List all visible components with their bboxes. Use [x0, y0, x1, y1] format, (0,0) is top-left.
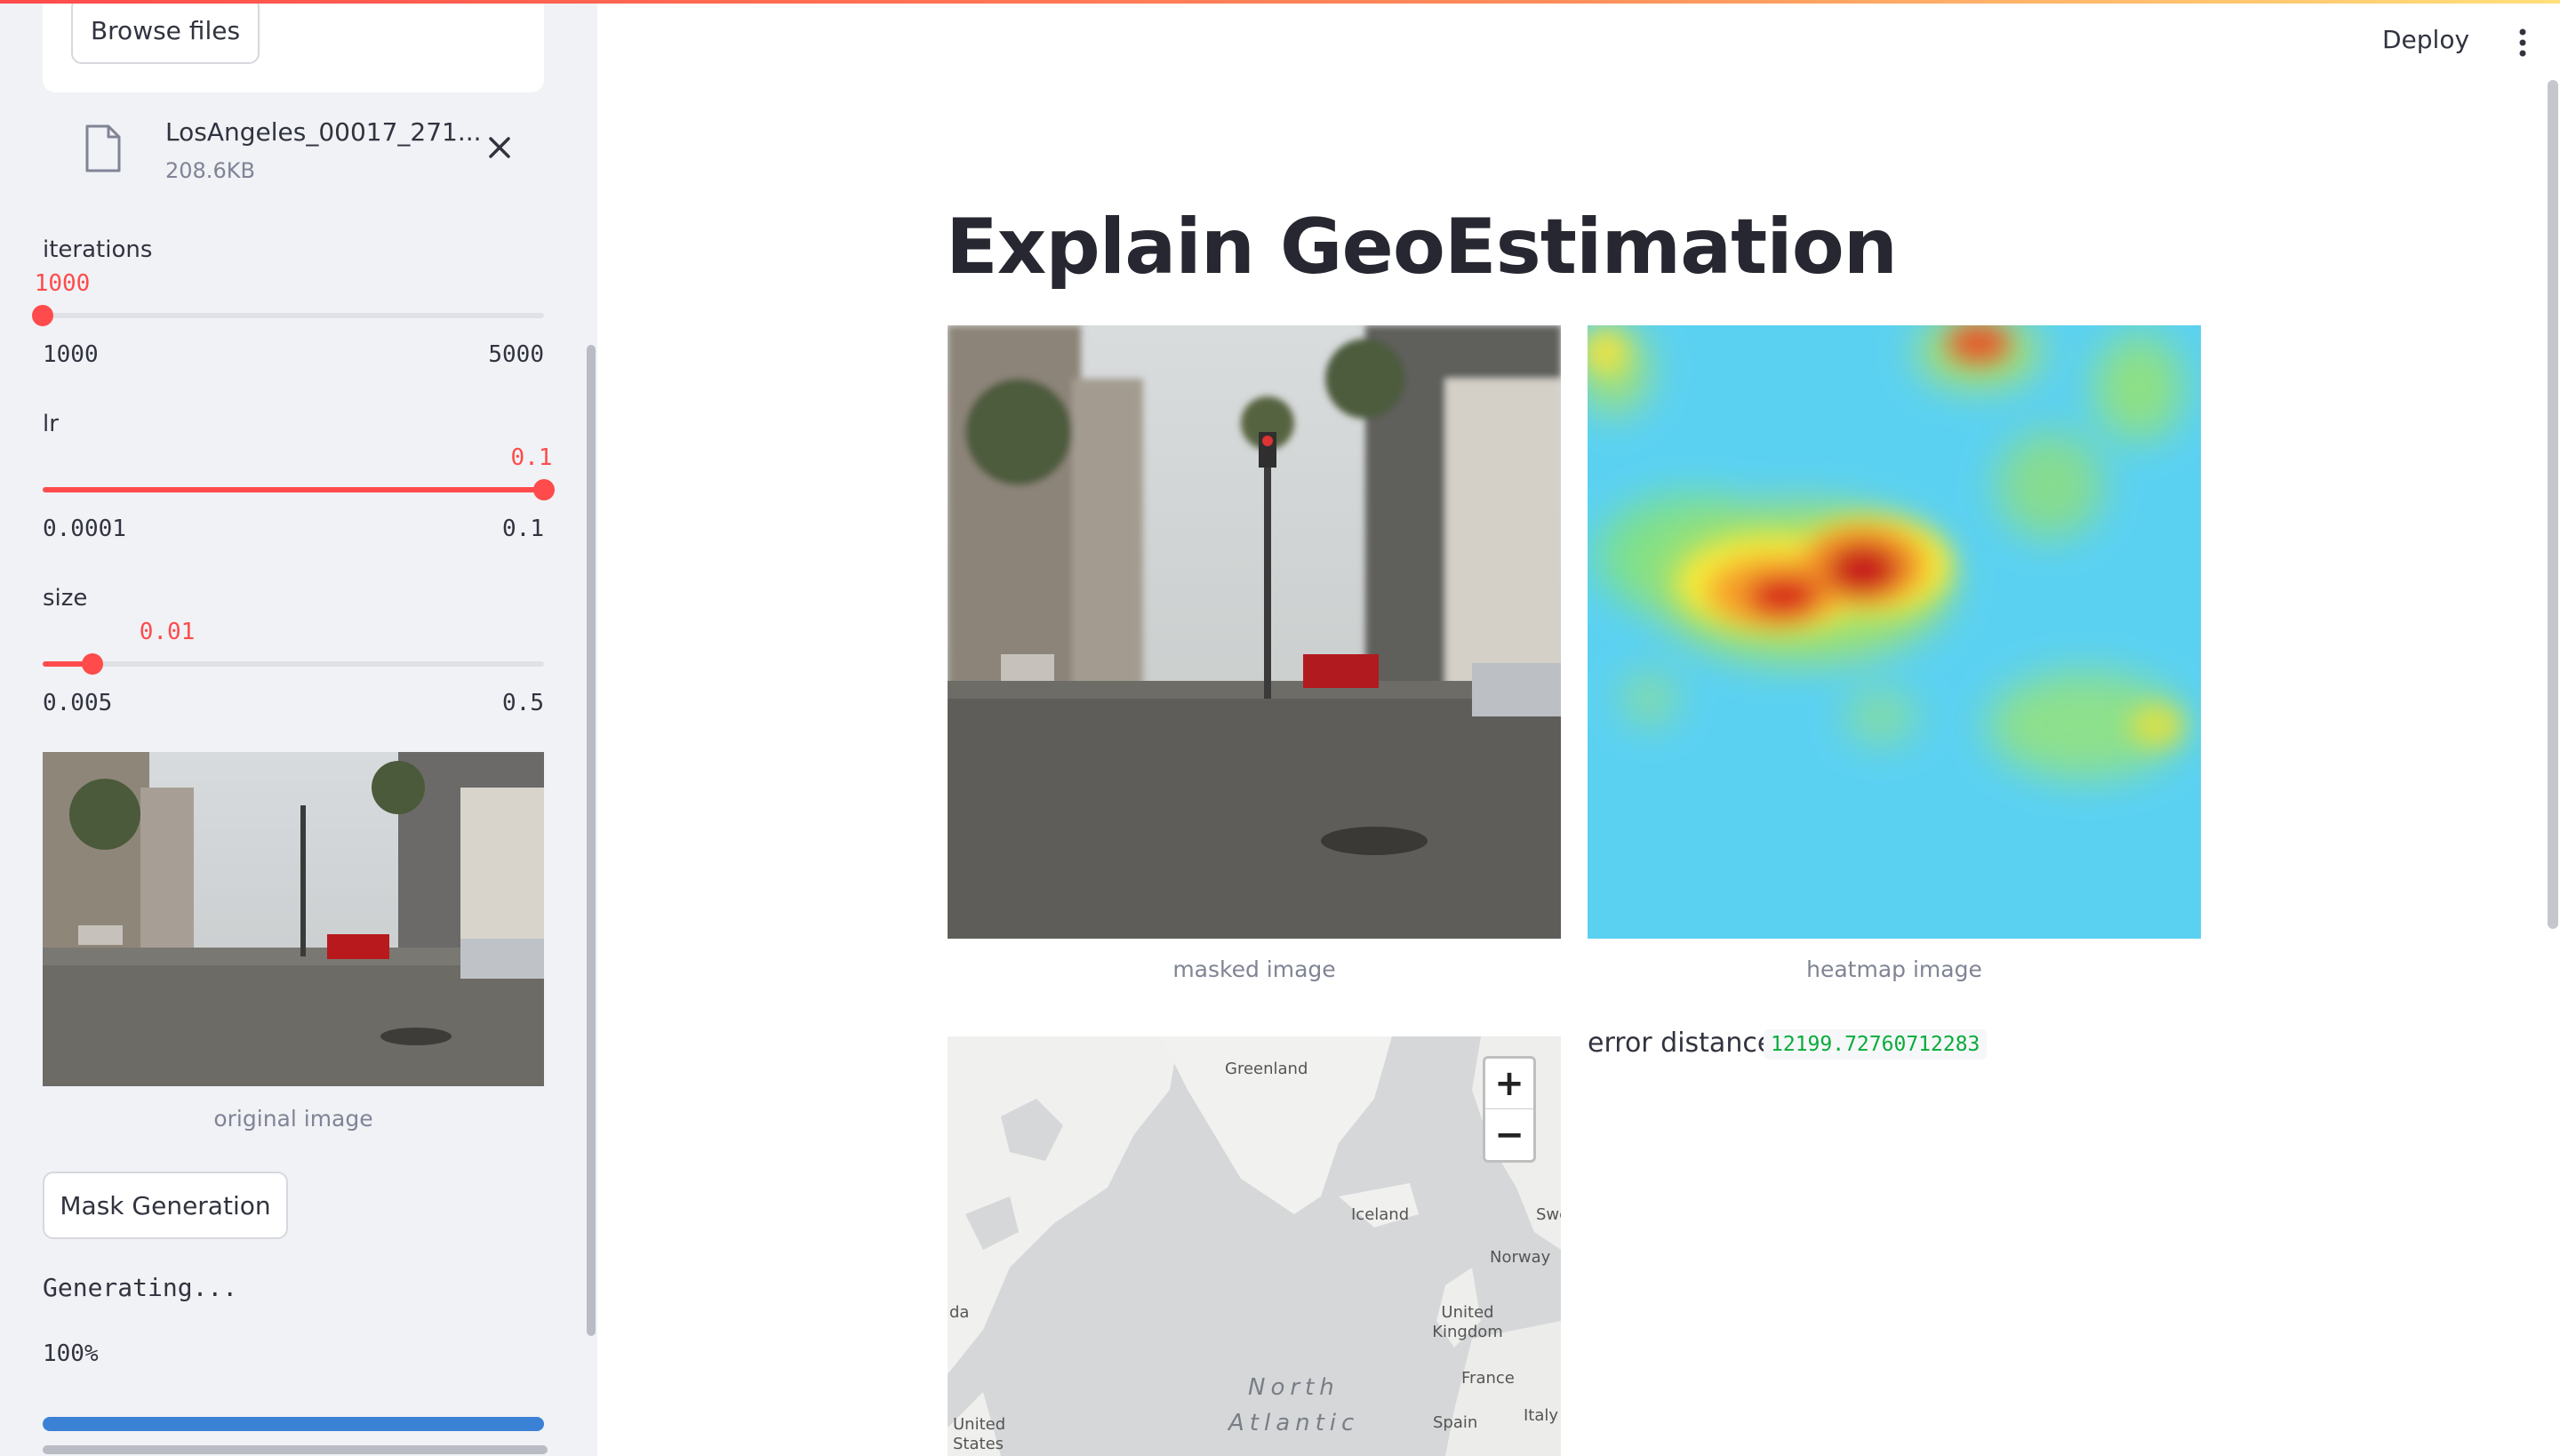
- sidebar-scrollbar[interactable]: [587, 345, 596, 1336]
- zoom-in-button[interactable]: +: [1485, 1059, 1533, 1109]
- map-label-uk: United Kingdom: [1432, 1303, 1503, 1341]
- slider-size[interactable]: [43, 653, 544, 675]
- map-label-united-states: United States: [953, 1415, 1006, 1453]
- map[interactable]: Greenland Iceland Swe Norway United King…: [948, 1036, 1561, 1456]
- map-label-greenland: Greenland: [1225, 1060, 1308, 1078]
- masked-image-caption: masked image: [1172, 956, 1336, 982]
- masked-image: [948, 325, 1561, 939]
- heatmap-image-caption: heatmap image: [1806, 956, 1982, 982]
- progress-text: 100%: [43, 1340, 99, 1367]
- heatmap-image: [1588, 325, 2201, 939]
- map-label-spain: Spain: [1433, 1413, 1478, 1432]
- slider-fill: [43, 487, 544, 492]
- slider-iterations[interactable]: [32, 305, 544, 326]
- zoom-out-button[interactable]: −: [1485, 1109, 1533, 1160]
- sidebar: Browse files LosAngeles_00017_271... 208…: [0, 0, 597, 1456]
- top-decoration-bar: [0, 0, 2560, 4]
- slider-max-lr: 0.1: [502, 516, 544, 542]
- error-distance-label: error distance:: [1588, 1028, 1783, 1059]
- map-label-italy: Italy: [1524, 1406, 1559, 1425]
- progress-bar: [43, 1417, 544, 1431]
- file-icon: [85, 124, 121, 172]
- slider-thumb-size[interactable]: [82, 653, 104, 675]
- main-scrollbar[interactable]: [2548, 80, 2558, 929]
- slider-max-size: 0.5: [502, 690, 544, 716]
- slider-max-iterations: 5000: [488, 341, 544, 368]
- browse-files-button[interactable]: Browse files: [71, 0, 260, 64]
- file-name: LosAngeles_00017_271...: [165, 117, 482, 147]
- original-image-caption: original image: [213, 1106, 373, 1132]
- deploy-button[interactable]: Deploy: [2382, 25, 2469, 54]
- map-label-canada: da: [949, 1303, 970, 1322]
- slider-label-lr: lr: [43, 411, 59, 437]
- slider-thumb-lr[interactable]: [533, 479, 555, 500]
- slider-value-lr: 0.1: [510, 444, 553, 471]
- sidebar-horizontal-scrollbar[interactable]: [43, 1445, 548, 1454]
- slider-lr[interactable]: [43, 479, 555, 500]
- map-label-iceland: Iceland: [1351, 1205, 1410, 1224]
- more-options-icon[interactable]: [2512, 27, 2533, 59]
- slider-min-size: 0.005: [43, 690, 113, 716]
- slider-thumb-iterations[interactable]: [32, 305, 53, 326]
- map-label-sweden: Swe: [1536, 1205, 1561, 1224]
- page-title: Explain GeoEstimation: [946, 203, 1898, 292]
- file-size: 208.6KB: [165, 158, 255, 183]
- slider-label-iterations: iterations: [43, 236, 153, 263]
- mask-generation-button[interactable]: Mask Generation: [43, 1172, 288, 1239]
- map-ocean-label-atlantic: Atlantic: [1228, 1410, 1360, 1436]
- status-text: Generating...: [43, 1273, 238, 1302]
- uploaded-file-row: LosAngeles_00017_271... 208.6KB: [43, 110, 558, 196]
- close-icon[interactable]: [482, 130, 517, 165]
- map-label-france: France: [1461, 1369, 1515, 1388]
- original-image: [43, 752, 544, 1086]
- progress-fill: [43, 1417, 544, 1431]
- slider-label-size: size: [43, 585, 88, 612]
- map-ocean-label-north: North: [1248, 1374, 1340, 1401]
- slider-min-iterations: 1000: [43, 341, 99, 368]
- map-zoom-control: + −: [1483, 1056, 1536, 1163]
- error-distance-value: 12199.72760712283: [1764, 1029, 1988, 1060]
- map-label-norway: Norway: [1490, 1248, 1551, 1267]
- slider-value-iterations: 1000: [34, 270, 91, 297]
- slider-value-size: 0.01: [139, 619, 196, 645]
- slider-min-lr: 0.0001: [43, 516, 126, 542]
